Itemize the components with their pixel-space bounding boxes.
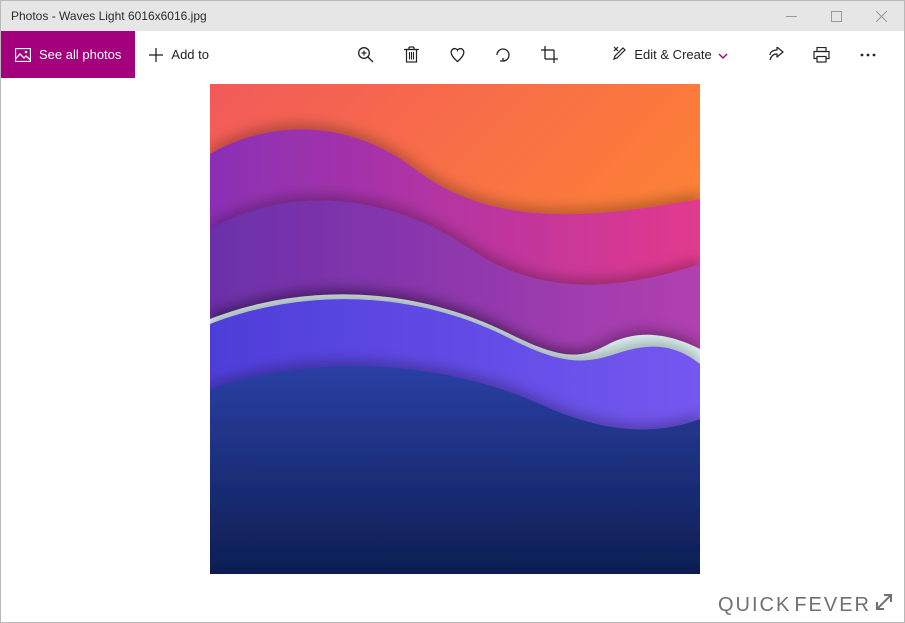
toolbar: See all photos Add to xyxy=(1,31,904,79)
add-to-label: Add to xyxy=(171,47,209,62)
more-button[interactable] xyxy=(845,31,891,78)
favorite-button[interactable] xyxy=(434,31,480,78)
photos-icon xyxy=(15,48,31,62)
crop-icon xyxy=(541,46,558,63)
edit-create-label: Edit & Create xyxy=(634,47,711,62)
share-button[interactable] xyxy=(753,31,799,78)
crop-button[interactable] xyxy=(526,31,572,78)
more-icon xyxy=(860,53,876,57)
watermark-light: QUICK xyxy=(718,594,791,617)
watermark: QUICKFEVER xyxy=(718,592,894,618)
image-stage[interactable] xyxy=(210,84,700,574)
add-to-button[interactable]: Add to xyxy=(135,31,223,78)
canvas-area xyxy=(1,79,904,622)
watermark-bold: FEVER xyxy=(794,594,871,617)
delete-button[interactable] xyxy=(388,31,434,78)
minimize-button[interactable] xyxy=(769,1,814,31)
print-icon xyxy=(813,47,830,63)
see-all-photos-button[interactable]: See all photos xyxy=(1,31,135,78)
print-button[interactable] xyxy=(799,31,845,78)
delete-icon xyxy=(404,46,419,63)
favorite-icon xyxy=(449,47,466,63)
zoom-button[interactable] xyxy=(342,31,388,78)
app-window: Photos - Waves Light 6016x6016.jpg See a… xyxy=(0,0,905,623)
expand-icon xyxy=(874,592,894,618)
window-title: Photos - Waves Light 6016x6016.jpg xyxy=(11,9,207,23)
share-icon xyxy=(767,47,784,63)
maximize-button[interactable] xyxy=(814,1,859,31)
paint-icon xyxy=(612,45,628,64)
titlebar: Photos - Waves Light 6016x6016.jpg xyxy=(1,1,904,31)
chevron-down-icon xyxy=(718,47,728,62)
image-content xyxy=(210,84,700,574)
close-button[interactable] xyxy=(859,1,904,31)
rotate-icon xyxy=(494,46,512,63)
rotate-button[interactable] xyxy=(480,31,526,78)
zoom-icon xyxy=(357,46,374,63)
see-all-photos-label: See all photos xyxy=(39,47,121,62)
edit-create-dropdown[interactable]: Edit & Create xyxy=(602,31,737,78)
add-icon xyxy=(149,48,163,62)
